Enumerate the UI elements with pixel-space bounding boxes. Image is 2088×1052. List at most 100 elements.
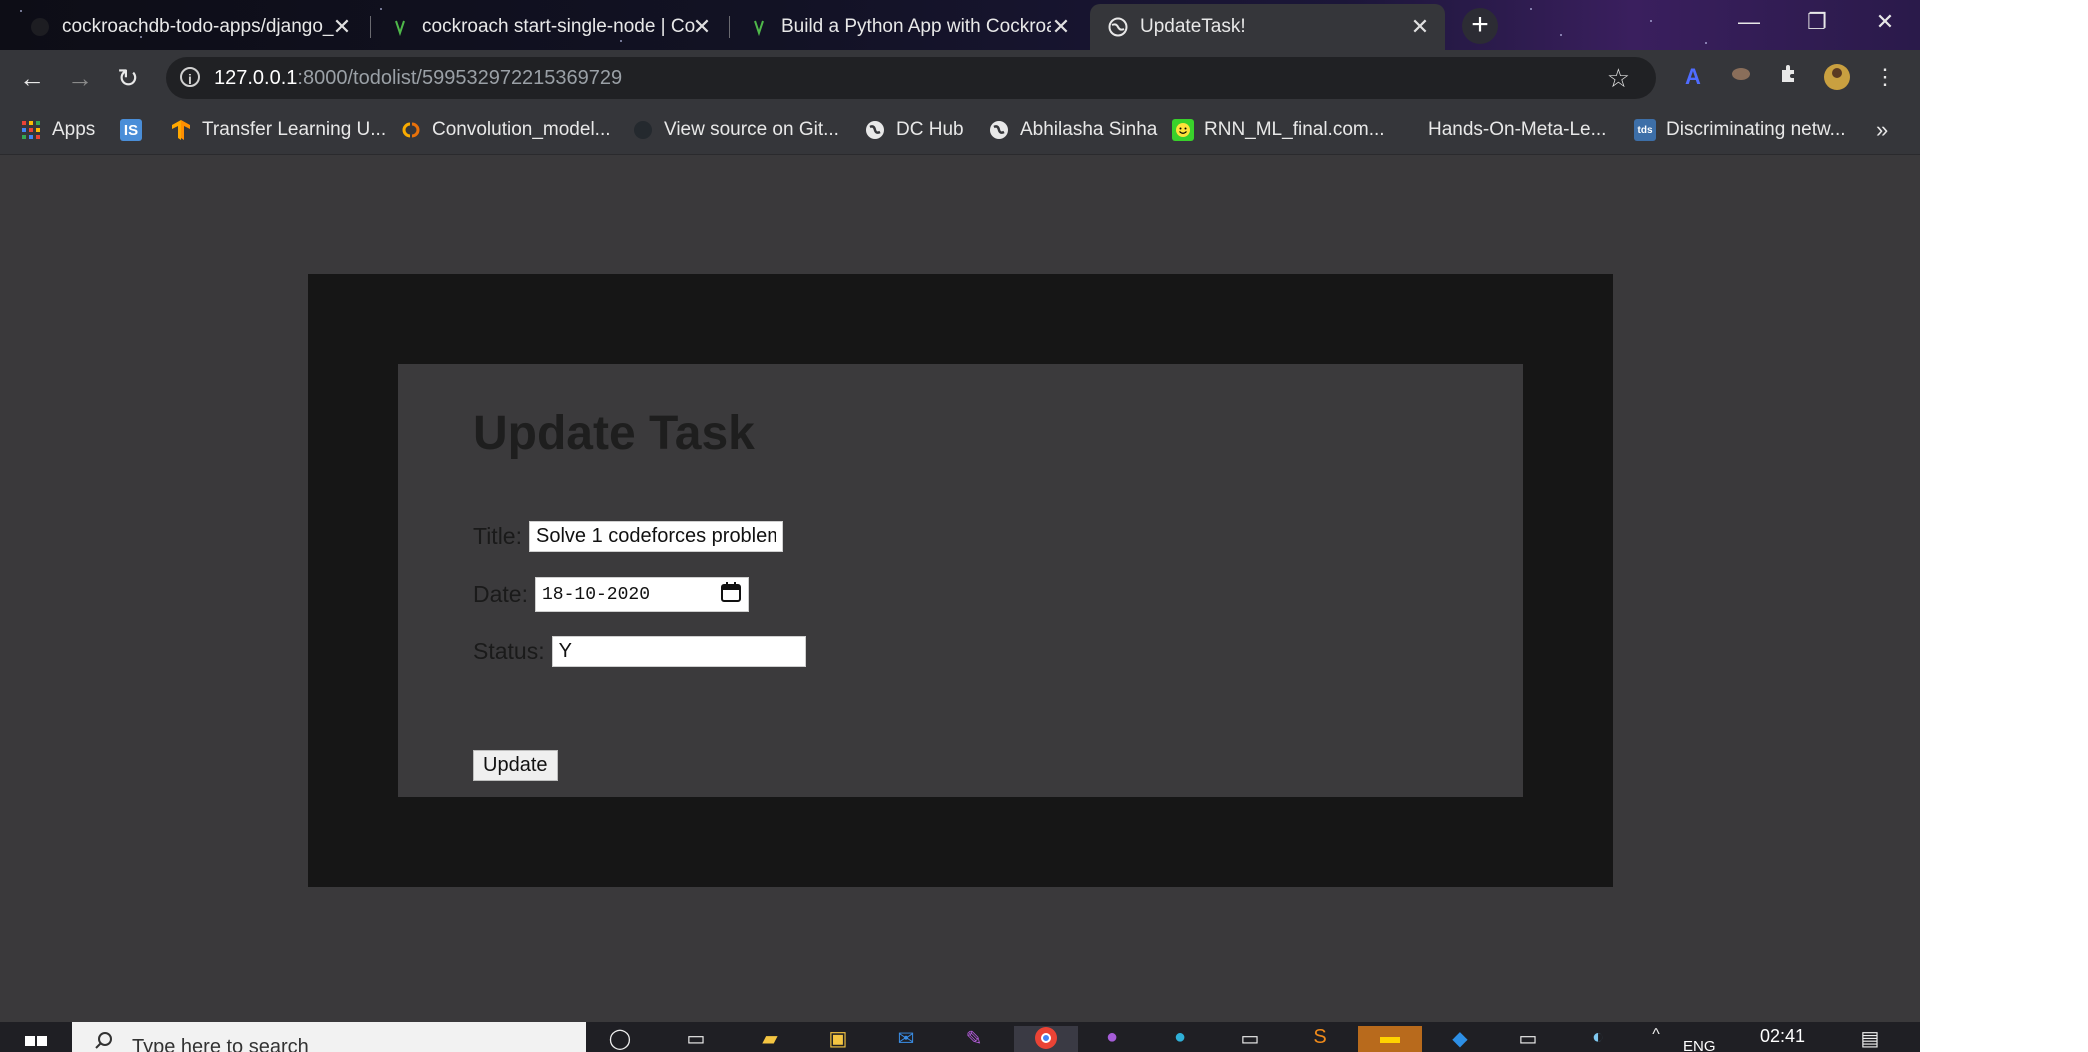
file-explorer-icon[interactable]: ▰ <box>750 1026 790 1052</box>
forward-button[interactable]: → <box>62 60 98 96</box>
colab-icon <box>400 119 422 141</box>
sticky-app-icon[interactable]: ▬ <box>1358 1026 1422 1052</box>
screenshot-margin <box>1920 0 2088 1052</box>
extensions-puzzle-icon[interactable] <box>1774 62 1804 92</box>
bookmark-hands-on-meta[interactable]: Hands-On-Meta-Le... <box>1400 116 1606 144</box>
cortana-icon[interactable]: ◯ <box>600 1026 640 1052</box>
back-button[interactable]: ← <box>14 60 50 96</box>
github-desktop-icon[interactable]: ● <box>1092 1026 1132 1052</box>
tab-build-python-app[interactable]: Build a Python App with Cockroa ✕ <box>731 4 1086 50</box>
windows-start-icon[interactable] <box>16 1026 56 1052</box>
status-input[interactable] <box>551 636 806 667</box>
url-path: :8000/todolist/599532972215369729 <box>297 67 623 89</box>
is-icon: IS <box>120 119 142 141</box>
vscode-icon[interactable]: ◆ <box>1440 1026 1480 1052</box>
profile-avatar-icon[interactable] <box>1822 62 1852 92</box>
close-tab-icon[interactable]: ✕ <box>691 16 713 38</box>
bookmark-star-icon[interactable]: ☆ <box>1607 63 1630 94</box>
github-icon <box>30 17 50 37</box>
screen: cockroachdb-todo-apps/django_ ✕ cockroac… <box>0 0 1920 1052</box>
date-field-row: Date: 18-10-2020 <box>473 577 749 612</box>
globe-icon <box>1108 17 1128 37</box>
bookmark-label: Apps <box>52 119 96 140</box>
bookmark-is[interactable]: IS <box>120 116 152 144</box>
menu-kebab-icon[interactable]: ⋮ <box>1870 62 1900 92</box>
search-placeholder: Type here to search <box>132 1036 309 1052</box>
apps-grid-icon <box>20 119 42 141</box>
bookmark-rnn-ml[interactable]: RNN_ML_final.com... <box>1172 116 1385 144</box>
bookmarks-bar: Apps IS Transfer Learning U... Convoluti… <box>0 106 1920 155</box>
close-tab-icon[interactable]: ✕ <box>1050 16 1072 38</box>
calendar-icon[interactable] <box>720 581 742 609</box>
url-text[interactable]: 127.0.0.1:8000/todolist/5995329722153697… <box>214 67 622 90</box>
tab-title: cockroachdb-todo-apps/django_ <box>62 16 334 37</box>
chrome-taskbar-icon[interactable] <box>1014 1026 1078 1052</box>
extension-a-icon[interactable]: A <box>1678 62 1708 92</box>
clock[interactable]: 02:41 <box>1760 1026 1805 1047</box>
tab-cockroach-start[interactable]: cockroach start-single-node | Co ✕ <box>372 4 727 50</box>
terminal-icon[interactable]: ▭ <box>1230 1026 1270 1052</box>
page-title: Update Task <box>473 407 755 460</box>
bookmark-discriminating[interactable]: tds Discriminating netw... <box>1634 116 1846 144</box>
paint-icon[interactable]: ◐ <box>1578 1026 1618 1052</box>
restore-button[interactable]: ❐ <box>1784 0 1850 44</box>
taskbar-search-box[interactable]: Type here to search <box>72 1022 586 1052</box>
address-bar[interactable]: i 127.0.0.1:8000/todolist/59953297221536… <box>166 57 1656 99</box>
bookmark-dc-hub[interactable]: DC Hub <box>864 116 964 144</box>
globe-icon <box>864 119 886 141</box>
tab-title: Build a Python App with Cockroa <box>781 16 1051 37</box>
mail-icon[interactable]: ✉ <box>886 1026 926 1052</box>
bookmark-label: Convolution_model... <box>432 119 611 140</box>
site-info-icon[interactable]: i <box>180 67 200 87</box>
title-field-row: Title: <box>473 521 783 552</box>
snip-icon[interactable]: ✎ <box>954 1026 994 1052</box>
cockroach-icon <box>749 17 769 37</box>
task-view-icon[interactable]: ▭ <box>676 1026 716 1052</box>
update-task-form: Update Task Title: Date: 18-10-2020 <box>398 364 1523 797</box>
status-label: Status: <box>473 638 545 664</box>
update-button[interactable]: Update <box>473 750 558 781</box>
chevron-up-icon[interactable]: ^ <box>1636 1026 1676 1052</box>
browser-toolbar: ← → ↻ i 127.0.0.1:8000/todolist/59953297… <box>0 50 1920 106</box>
tds-icon: tds <box>1634 119 1656 141</box>
bookmark-label: RNN_ML_final.com... <box>1204 119 1385 140</box>
bookmark-apps[interactable]: Apps <box>20 116 95 144</box>
globe-icon <box>988 119 1010 141</box>
bookmark-convolution[interactable]: Convolution_model... <box>400 116 611 144</box>
cmd-icon[interactable]: ▭ <box>1508 1026 1548 1052</box>
smiley-icon <box>1172 119 1194 141</box>
bookmark-label: Transfer Learning U... <box>202 119 387 140</box>
close-tab-icon[interactable]: ✕ <box>1409 16 1431 38</box>
extension-cookie-icon[interactable] <box>1726 62 1756 92</box>
tab-github[interactable]: cockroachdb-todo-apps/django_ ✕ <box>12 4 367 50</box>
tab-title: UpdateTask! <box>1140 16 1246 37</box>
bookmark-label: Abhilasha Sinha <box>1020 119 1158 140</box>
edge-icon[interactable]: ● <box>1160 1026 1200 1052</box>
sublime-icon[interactable]: S <box>1300 1026 1340 1052</box>
language-indicator[interactable]: ENG <box>1683 1038 1716 1052</box>
cockroach-icon <box>390 17 410 37</box>
bookmark-label: View source on Git... <box>664 119 839 140</box>
bookmark-transfer-learning[interactable]: Transfer Learning U... <box>170 116 386 144</box>
tab-update-task[interactable]: UpdateTask! ✕ <box>1090 4 1445 50</box>
store-icon[interactable]: ▣ <box>818 1026 858 1052</box>
bookmark-abhilasha-sinha[interactable]: Abhilasha Sinha <box>988 116 1157 144</box>
title-input[interactable] <box>529 521 783 552</box>
close-tab-icon[interactable]: ✕ <box>331 16 353 38</box>
reload-button[interactable]: ↻ <box>110 60 146 96</box>
date-input[interactable]: 18-10-2020 <box>534 577 749 612</box>
github-icon <box>632 119 654 141</box>
new-tab-button[interactable]: + <box>1462 8 1498 44</box>
bookmark-label: DC Hub <box>896 119 964 140</box>
url-host: 127.0.0.1 <box>214 67 298 89</box>
minimize-button[interactable]: — <box>1716 0 1782 44</box>
notification-icon[interactable]: ▤ <box>1850 1026 1890 1052</box>
tab-title: cockroach start-single-node | Co <box>422 16 696 37</box>
outer-container: Update Task Title: Date: 18-10-2020 <box>308 274 1613 887</box>
window-close-button[interactable]: ✕ <box>1852 0 1918 44</box>
page-content: Update Task Title: Date: 18-10-2020 <box>0 155 1920 1022</box>
status-field-row: Status: <box>473 636 806 667</box>
browser-titlebar: cockroachdb-todo-apps/django_ ✕ cockroac… <box>0 0 1920 50</box>
bookmark-view-source[interactable]: View source on Git... <box>632 116 839 144</box>
bookmarks-overflow-button[interactable]: » <box>1876 116 1888 144</box>
